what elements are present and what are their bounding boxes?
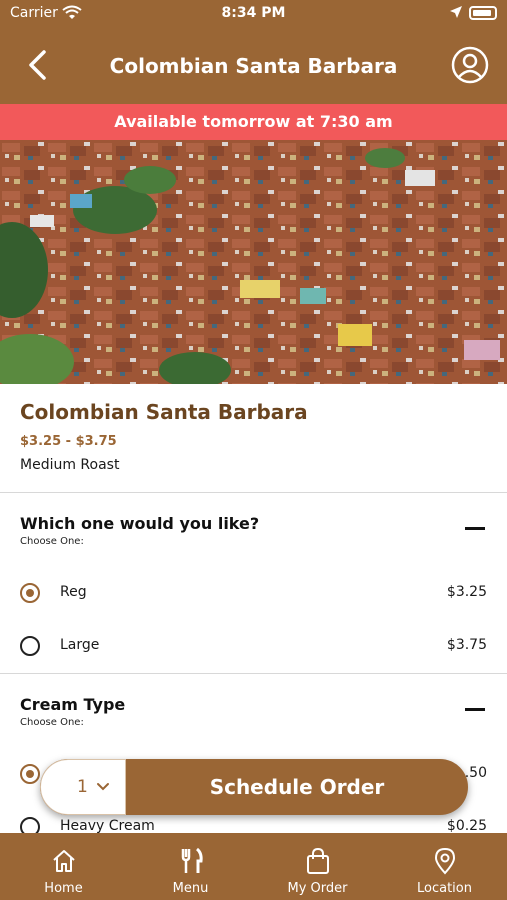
option-price: .50 [464,765,487,781]
tab-label: Menu [172,881,209,896]
nav-bar: Colombian Santa Barbara [0,28,507,104]
option-label: Large [60,637,100,653]
option-label: Heavy Cream [60,818,155,834]
section-heading: Cream Type [20,695,126,714]
product-hero-image [0,140,507,384]
schedule-order-button[interactable]: Schedule Order [126,759,468,815]
quantity-value: 1 [77,777,88,797]
profile-button[interactable] [451,46,489,84]
map-pin-icon [434,847,456,875]
section-heading: Which one would you like? [20,514,260,533]
section-subheading: Choose One: [20,717,84,728]
option-price: $3.75 [446,637,487,653]
clock: 8:34 PM [221,5,286,21]
option-row-large[interactable]: Large $3.75 [20,635,487,659]
option-price: $3.25 [446,584,487,600]
product-name: Colombian Santa Barbara [20,400,308,424]
tab-home[interactable]: Home [0,833,127,900]
product-roast: Medium Roast [20,457,120,473]
product-price-range: $3.25 - $3.75 [20,434,117,449]
page-title: Colombian Santa Barbara [109,54,398,78]
tab-menu[interactable]: Menu [127,833,254,900]
tab-location[interactable]: Location [381,833,507,900]
radio-selected-icon[interactable] [20,764,40,784]
tab-label: My Order [287,881,348,896]
battery-icon [469,6,497,20]
divider [0,673,507,674]
option-label: Reg [60,584,87,600]
cream-section-header[interactable]: Cream Type Choose One: [20,695,487,728]
radio-icon[interactable] [20,636,40,656]
section-subheading: Choose One: [20,536,84,547]
quantity-selector[interactable]: 1 [40,759,126,815]
tab-my-order[interactable]: My Order [254,833,381,900]
tab-label: Home [44,881,83,896]
shopping-bag-icon [307,847,329,874]
option-row-reg[interactable]: Reg $3.25 [20,582,487,606]
collapse-icon[interactable] [465,708,485,711]
radio-selected-icon[interactable] [20,583,40,603]
option-price: $0.25 [446,818,487,834]
chevron-down-icon [97,783,109,791]
divider [0,492,507,493]
utensils-icon [181,847,203,873]
tab-bar: Home Menu My Order Location [0,833,507,900]
location-arrow-icon [450,6,462,18]
home-icon [53,850,75,872]
size-section-header[interactable]: Which one would you like? Choose One: [20,514,487,547]
collapse-icon[interactable] [465,527,485,530]
status-bar: Carrier 8:34 PM [0,0,507,28]
product-info: Colombian Santa Barbara $3.25 - $3.75 Me… [20,400,487,473]
tab-label: Location [417,881,472,896]
order-bar: 1 Schedule Order [40,759,468,815]
availability-banner: Available tomorrow at 7:30 am [0,104,507,140]
